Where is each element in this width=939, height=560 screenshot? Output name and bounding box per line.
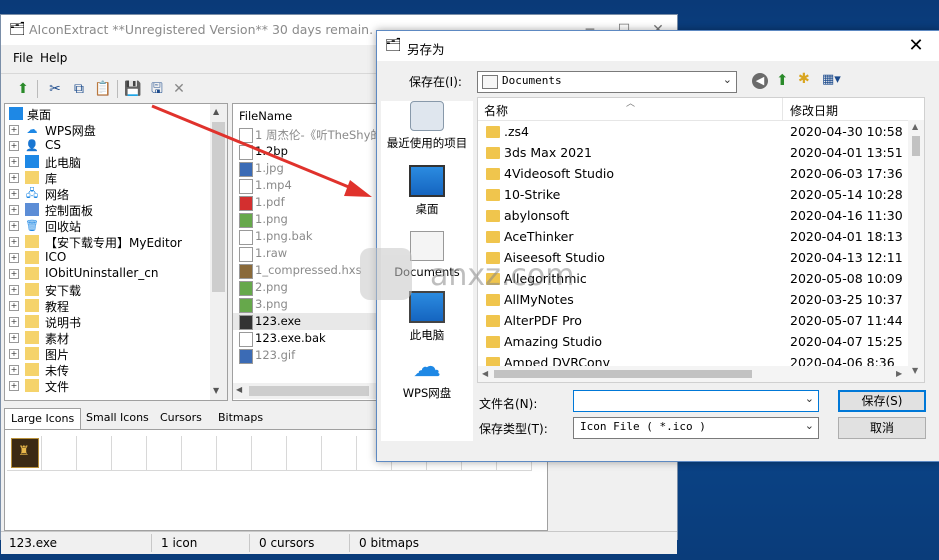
annotation-arrow [151, 104, 372, 197]
arrow-head [344, 180, 372, 197]
arrow-shaft [151, 104, 357, 192]
